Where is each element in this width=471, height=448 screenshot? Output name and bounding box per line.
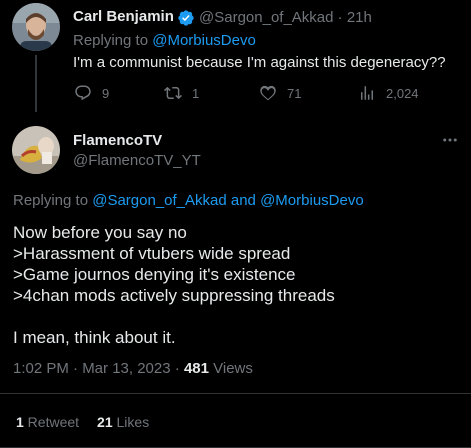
replying-joiner[interactable]: and xyxy=(227,192,260,209)
replying-prefix: Replying to xyxy=(73,32,153,49)
engagement-stats: 1 Retweet 21 Likes xyxy=(16,414,167,430)
views-label: Views xyxy=(208,360,253,377)
likes-stat[interactable]: 21 Likes xyxy=(97,414,149,430)
body-closing-line: I mean, think about it. xyxy=(13,328,176,347)
views-button[interactable]: 2,024 xyxy=(358,84,419,102)
timestamp[interactable]: 1:02 PM · Mar 13, 2023 xyxy=(13,360,171,377)
like-button[interactable]: 71 xyxy=(259,84,301,102)
replying-prefix: Replying to xyxy=(13,192,93,209)
retweet-count: 1 xyxy=(192,85,200,101)
reply-button[interactable]: 9 xyxy=(74,84,109,102)
parent-handle-time[interactable]: @Sargon_of_Akkad · 21h xyxy=(199,9,372,26)
body-line: >Harassment of vtubers wide spread xyxy=(13,244,291,263)
reply-icon xyxy=(75,85,91,101)
main-handle[interactable]: @FlamencoTV_YT xyxy=(73,152,201,169)
dot-separator: · xyxy=(333,9,347,26)
like-icon xyxy=(260,85,276,101)
mention-link-morbius[interactable]: @MorbiusDevo xyxy=(260,192,364,209)
retweets-stat[interactable]: 1 Retweet xyxy=(16,414,79,430)
retweets-label: Retweet xyxy=(23,414,80,430)
likes-label: Likes xyxy=(112,414,150,430)
main-replying-to: Replying to @Sargon_of_Akkad and @Morbiu… xyxy=(13,192,364,209)
main-tweet-body: Now before you say no >Harassment of vtu… xyxy=(13,222,335,348)
main-avatar[interactable] xyxy=(12,126,60,174)
parent-handle[interactable]: @Sargon_of_Akkad xyxy=(199,9,333,26)
divider xyxy=(0,393,471,394)
more-icon[interactable] xyxy=(441,131,459,154)
parent-author-name[interactable]: Carl Benjamin xyxy=(73,8,174,25)
parent-replying-to: Replying to @MorbiusDevo xyxy=(73,32,256,49)
views-total: 481 xyxy=(183,360,209,377)
parent-tweet-text: I'm a communist because I'm against this… xyxy=(73,54,446,71)
likes-total: 21 xyxy=(97,414,113,430)
like-count: 71 xyxy=(287,85,302,101)
body-line: >4chan mods actively suppressing threads xyxy=(13,286,335,305)
views-icon xyxy=(361,86,373,100)
meta-separator: · xyxy=(170,360,184,377)
body-line: >Game journos denying it's existence xyxy=(13,265,296,284)
verified-badge-icon xyxy=(177,9,195,32)
tweet-meta: 1:02 PM · Mar 13, 2023 · 481 Views xyxy=(13,360,253,377)
retweets-total: 1 xyxy=(16,414,24,430)
body-line: Now before you say no xyxy=(13,223,187,242)
reply-count: 9 xyxy=(102,85,110,101)
retweet-icon xyxy=(164,86,182,100)
mention-link[interactable]: @MorbiusDevo xyxy=(152,32,256,49)
parent-avatar[interactable] xyxy=(12,3,60,51)
mention-link-sargon[interactable]: @Sargon_of_Akkad xyxy=(92,192,226,209)
views-count: 2,024 xyxy=(386,85,419,101)
main-author-name[interactable]: FlamencoTV xyxy=(73,132,162,149)
retweet-button[interactable]: 1 xyxy=(164,84,199,102)
parent-time[interactable]: 21h xyxy=(347,9,372,26)
thread-connector-line xyxy=(35,55,37,112)
